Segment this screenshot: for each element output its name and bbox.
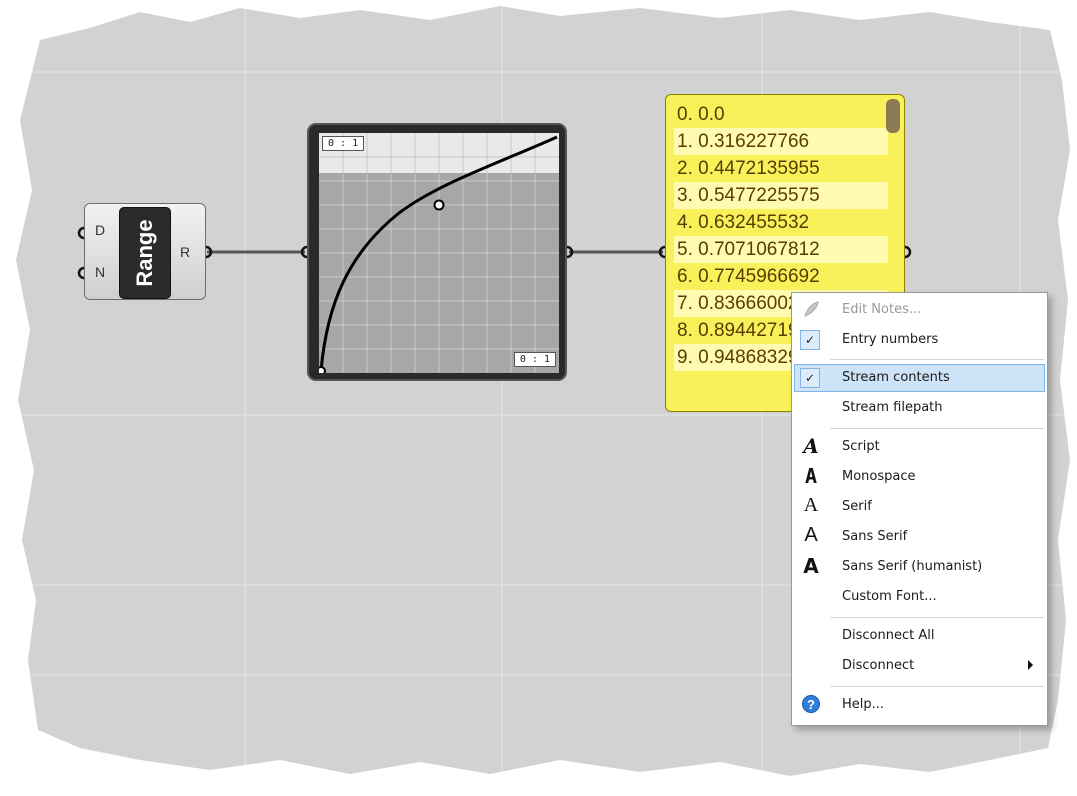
panel-row: 3. 0.5477225575 — [674, 182, 888, 209]
graph-mid-handle[interactable] — [433, 199, 445, 211]
menu-stream-contents[interactable]: ✓ Stream contents — [794, 364, 1045, 392]
context-menu: Edit Notes... ✓ Entry numbers ✓ Stream c… — [791, 292, 1048, 726]
panel-scrollbar[interactable] — [886, 99, 900, 133]
range-component[interactable]: D N Range R — [84, 203, 206, 300]
menu-font-serif[interactable]: A Serif — [794, 493, 1045, 521]
panel-row: 1. 0.316227766 — [674, 128, 888, 155]
letter-a-icon: A — [804, 524, 818, 546]
domain-top-label: 0 : 1 — [322, 136, 365, 151]
checkmark-icon: ✓ — [800, 368, 820, 388]
menu-disconnect-all[interactable]: Disconnect All — [794, 622, 1045, 650]
menu-font-sans-serif[interactable]: A Sans Serif — [794, 523, 1045, 551]
question-mark-icon: ? — [802, 695, 820, 713]
menu-custom-font-label: Custom Font... — [842, 589, 937, 604]
letter-a-icon: A — [804, 464, 818, 488]
menu-help[interactable]: ? Help... — [794, 691, 1045, 719]
input-n-label[interactable]: N — [95, 264, 105, 280]
triangle-right-icon — [1028, 660, 1033, 670]
output-r-label[interactable]: R — [180, 244, 190, 260]
menu-font-monospace-label: Monospace — [842, 469, 916, 484]
range-title: Range — [132, 219, 157, 287]
panel-row: 5. 0.7071067812 — [674, 236, 888, 263]
menu-font-humanist-label: Sans Serif (humanist) — [842, 559, 983, 574]
menu-stream-filepath-label: Stream filepath — [842, 400, 943, 415]
graph-start-handle[interactable] — [319, 366, 326, 373]
menu-stream-contents-label: Stream contents — [842, 370, 950, 385]
domain-bottom-label: 0 : 1 — [513, 352, 556, 367]
panel-row: 6. 0.7745966692 — [677, 266, 820, 287]
panel-row: 4. 0.632455532 — [677, 212, 810, 233]
menu-separator — [830, 359, 1044, 360]
menu-font-serif-label: Serif — [842, 499, 872, 514]
menu-entry-numbers-label: Entry numbers — [842, 332, 939, 347]
input-d-label[interactable]: D — [95, 222, 105, 238]
menu-custom-font[interactable]: Custom Font... — [794, 583, 1045, 611]
menu-separator — [830, 686, 1044, 687]
letter-a-icon: A — [803, 434, 819, 458]
letter-a-icon: A — [803, 494, 819, 516]
menu-help-label: Help... — [842, 697, 885, 712]
letter-a-icon: A — [803, 554, 819, 578]
menu-edit-notes[interactable]: Edit Notes... — [794, 296, 1045, 324]
checkmark-icon: ✓ — [800, 330, 820, 350]
menu-disconnect-all-label: Disconnect All — [842, 628, 935, 643]
graph-mapper-component[interactable]: 0 : 1 0 : 1 — [307, 123, 567, 381]
menu-entry-numbers[interactable]: ✓ Entry numbers — [794, 326, 1045, 354]
menu-separator — [830, 617, 1044, 618]
menu-stream-filepath[interactable]: Stream filepath — [794, 394, 1045, 422]
menu-disconnect-label: Disconnect — [842, 658, 915, 673]
graph-grid — [319, 133, 559, 373]
range-title-block[interactable]: Range — [119, 207, 171, 299]
menu-separator — [830, 428, 1044, 429]
menu-font-script-label: Script — [842, 439, 880, 454]
menu-font-script[interactable]: A Script — [794, 433, 1045, 461]
menu-font-monospace[interactable]: A Monospace — [794, 463, 1045, 491]
menu-font-sans-serif-humanist[interactable]: A Sans Serif (humanist) — [794, 553, 1045, 581]
feather-icon — [804, 301, 819, 317]
graph-area[interactable]: 0 : 1 0 : 1 — [319, 133, 559, 373]
menu-font-sans-serif-label: Sans Serif — [842, 529, 908, 544]
panel-row: 0. 0.0 — [677, 104, 725, 125]
menu-edit-notes-label: Edit Notes... — [842, 302, 922, 317]
menu-disconnect[interactable]: Disconnect — [794, 652, 1045, 680]
panel-row: 2. 0.4472135955 — [677, 158, 820, 179]
